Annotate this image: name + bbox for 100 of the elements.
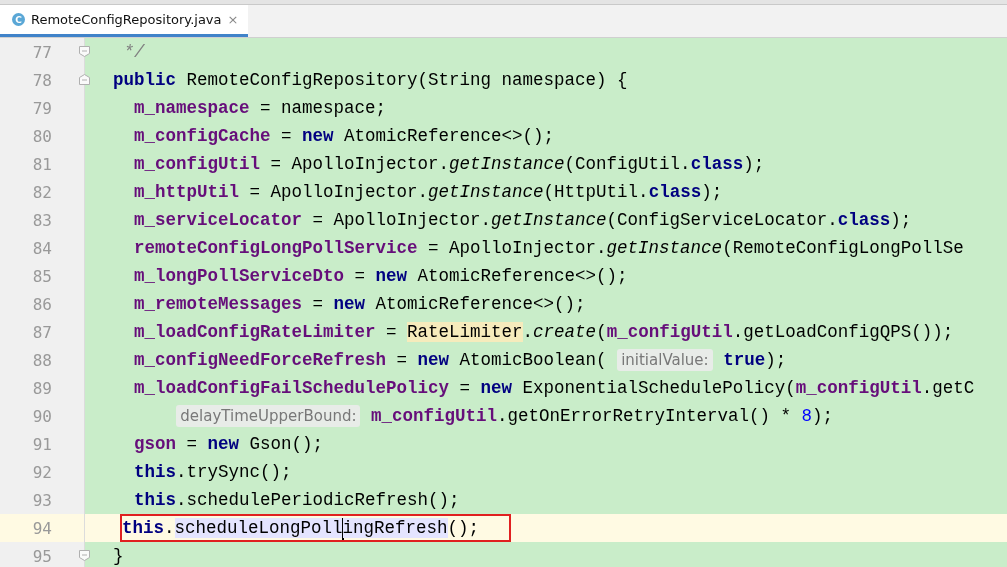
- code-token: m_loadConfigFailSchedulePolicy: [133, 378, 450, 398]
- code-token: );: [812, 406, 834, 426]
- code-token: m_loadConfigRateLimiter: [133, 322, 376, 342]
- code-token: );: [765, 350, 787, 370]
- fold-start-icon[interactable]: [79, 74, 90, 85]
- code-token: m_namespace: [133, 98, 250, 118]
- code-token: m_configUtil: [606, 322, 733, 342]
- code-token: m_longPollServiceDto: [133, 266, 345, 286]
- code-token: .schedulePeriodicRefresh();: [176, 490, 460, 510]
- code-token: = ApolloInjector.: [427, 238, 607, 258]
- line-number: 90: [31, 406, 52, 426]
- code-token: m_remoteMessages: [133, 294, 303, 314]
- code-token: .getOnErrorRetryInterval() *: [497, 406, 793, 426]
- code-token: AtomicBoolean(: [458, 350, 608, 370]
- code-token: class: [837, 210, 891, 230]
- line-number: 82: [31, 182, 52, 202]
- code-token: ();: [447, 518, 480, 538]
- code-token: m_configCache: [133, 126, 271, 146]
- code-token: =: [280, 126, 293, 146]
- line-number: 80: [31, 126, 52, 146]
- code-token: create: [533, 322, 597, 342]
- code-token: m_configUtil: [370, 406, 497, 426]
- line-number: 92: [31, 462, 52, 482]
- line-number: 85: [31, 266, 52, 286]
- code-token: this: [133, 462, 176, 482]
- code-token: (HttpUtil.: [543, 182, 649, 202]
- code-token: =: [395, 350, 409, 370]
- code-token: .trySync();: [176, 462, 292, 482]
- code-token: (ConfigServiceLocator.: [606, 210, 838, 230]
- line-number: 94: [31, 518, 52, 538]
- line-number: 93: [31, 490, 52, 510]
- code-token: 8: [801, 406, 813, 426]
- code-token: AtomicReference<>();: [416, 266, 628, 286]
- code-token: ingRefresh: [342, 518, 448, 538]
- code-token: new: [207, 434, 240, 454]
- code-token: m_configUtil: [133, 154, 261, 174]
- code-token: );: [743, 154, 765, 174]
- code-token: .: [522, 322, 534, 342]
- code-token: ExponentialSchedulePolicy(: [521, 378, 796, 398]
- line-number: 86: [31, 294, 52, 314]
- code-token: true: [722, 350, 766, 370]
- code-token: new: [375, 266, 408, 286]
- line-number: 84: [31, 238, 52, 258]
- code-token: class: [648, 182, 702, 202]
- code-token: .: [164, 518, 175, 538]
- class-icon: C: [12, 13, 25, 26]
- fold-end-icon[interactable]: [79, 46, 90, 57]
- code-token: */: [122, 42, 145, 62]
- code-token: Gson();: [248, 434, 324, 454]
- parameter-hint: delayTimeUpperBound:: [176, 405, 361, 427]
- code-token: new: [333, 294, 366, 314]
- code-token: =: [185, 434, 199, 454]
- line-number: 79: [31, 98, 52, 118]
- code-token: getInstance: [491, 210, 607, 230]
- code-token: getInstance: [449, 154, 565, 174]
- code-token: getInstance: [428, 182, 544, 202]
- code-token: (RemoteConfigLongPollSe: [722, 238, 964, 258]
- line-number: 88: [31, 350, 52, 370]
- code-token: new: [417, 350, 450, 370]
- code-token: (ConfigUtil.: [564, 154, 691, 174]
- code-token: getInstance: [606, 238, 723, 258]
- line-number: 83: [31, 210, 52, 230]
- code-token: AtomicReference<>();: [343, 126, 555, 146]
- code-token: remoteConfigLongPollService: [133, 238, 418, 258]
- code-token: = namespace;: [259, 98, 387, 118]
- code-token: =: [458, 378, 472, 398]
- close-icon[interactable]: ×: [227, 12, 239, 27]
- code-token: class: [690, 154, 744, 174]
- line-number: 87: [31, 322, 52, 342]
- parameter-hint: initialValue:: [617, 349, 713, 371]
- code-token: gson: [133, 434, 176, 454]
- code-token: this: [122, 518, 164, 538]
- code-token: new: [480, 378, 513, 398]
- file-tab[interactable]: C RemoteConfigRepository.java ×: [0, 5, 249, 37]
- code-token: public: [112, 70, 176, 90]
- code-token: = ApolloInjector.: [269, 154, 450, 174]
- code-token: m_httpUtil: [133, 182, 240, 202]
- code-token: new: [302, 126, 334, 146]
- fold-end-icon[interactable]: [79, 550, 90, 561]
- code-token: .getC: [921, 378, 975, 398]
- line-number: 95: [31, 546, 52, 566]
- line-number: 89: [31, 378, 52, 398]
- code-token: RemoteConfigRepository(String namespace) {: [185, 70, 628, 90]
- code-token: this: [133, 490, 176, 510]
- code-token: .getLoadConfigQPS());: [732, 322, 954, 342]
- code-token: AtomicReference<>();: [374, 294, 586, 314]
- code-token: = ApolloInjector.: [311, 210, 492, 230]
- code-token: =: [311, 294, 325, 314]
- code-token: m_configNeedForceRefresh: [133, 350, 387, 370]
- code-token: );: [701, 182, 723, 202]
- tab-label: RemoteConfigRepository.java: [31, 12, 222, 27]
- code-token: }: [112, 546, 124, 566]
- code-token: );: [890, 210, 912, 230]
- code-token: =: [385, 322, 398, 342]
- code-token: m_configUtil: [795, 378, 922, 398]
- line-number: 81: [31, 154, 52, 174]
- code-token: (: [596, 322, 607, 342]
- line-number: 78: [31, 70, 52, 90]
- code-token: m_serviceLocator: [133, 210, 303, 230]
- code-token: =: [353, 266, 367, 286]
